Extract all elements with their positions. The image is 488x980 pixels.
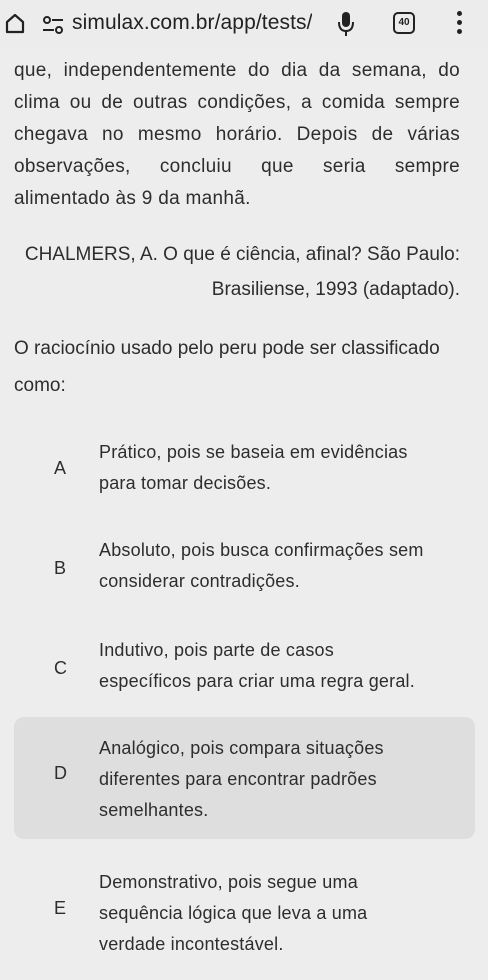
- option-letter: A: [54, 458, 67, 478]
- option-text: Indutivo, pois parte de casos específico…: [99, 635, 459, 697]
- citation-line-2: Brasiliense, 1993 (adaptado).: [211, 279, 460, 300]
- option-text-line: diferentes para encontrar padrões: [99, 769, 377, 789]
- option-text-line: para tomar decisões.: [99, 473, 272, 493]
- passage-line: chegava no mesmo horário. Depois de vári…: [14, 124, 460, 145]
- option-letter: B: [54, 558, 67, 578]
- passage-line: clima ou de outras condições, a comida s…: [14, 92, 460, 113]
- option-text-line: sequência lógica que leva a uma: [99, 903, 368, 923]
- option-letter: D: [54, 763, 67, 783]
- passage-line: observações, concluiu que seria sempre: [14, 156, 460, 177]
- passage-line: alimentado às 9 da manhã.: [14, 188, 251, 209]
- more-menu-icon[interactable]: [452, 11, 466, 37]
- address-bar[interactable]: simulax.com.br/app/tests/: [72, 11, 312, 35]
- option-text-line: Absoluto, pois busca confirmações sem: [99, 540, 424, 560]
- answer-option-e[interactable]: E Demonstrativo, pois segue uma sequênci…: [14, 863, 475, 963]
- option-text-line: Demonstrativo, pois segue uma: [99, 872, 358, 892]
- microphone-icon[interactable]: [336, 10, 356, 38]
- answer-option-c[interactable]: C Indutivo, pois parte de casos específi…: [14, 633, 475, 705]
- tab-switcher-button[interactable]: 40: [393, 12, 415, 34]
- option-letter: C: [54, 658, 67, 678]
- option-text-line: Indutivo, pois parte de casos: [99, 640, 334, 660]
- question-prompt: O raciocínio usado pelo peru pode ser cl…: [14, 330, 464, 404]
- question-line: como:: [14, 375, 66, 396]
- option-text-line: verdade incontestável.: [99, 934, 284, 954]
- option-text-line: Analógico, pois compara situações: [99, 738, 384, 758]
- passage-line: que, independentemente do dia da semana,…: [14, 60, 460, 81]
- browser-toolbar: simulax.com.br/app/tests/ 40: [0, 0, 488, 48]
- answer-option-a[interactable]: A Prático, pois se baseia em evidências …: [14, 433, 475, 505]
- option-letter: E: [54, 898, 67, 918]
- citation-line-1: CHALMERS, A. O que é ciência, afinal? Sã…: [24, 244, 460, 265]
- option-text-line: considerar contradições.: [99, 571, 300, 591]
- question-line: O raciocínio usado pelo peru pode ser cl…: [14, 338, 440, 359]
- answer-option-d[interactable]: D Analógico, pois compara situações dife…: [14, 717, 475, 839]
- option-text: Analógico, pois compara situações difere…: [99, 733, 459, 826]
- option-text: Absoluto, pois busca confirmações sem co…: [99, 535, 459, 597]
- option-text: Prático, pois se baseia em evidências pa…: [99, 437, 459, 499]
- site-settings-icon[interactable]: [42, 15, 64, 35]
- option-text-line: específicos para criar uma regra geral.: [99, 671, 415, 691]
- passage-text: que, independentemente do dia da semana,…: [14, 55, 460, 215]
- option-text-line: Prático, pois se baseia em evidências: [99, 442, 408, 462]
- home-icon[interactable]: [4, 12, 26, 34]
- answer-option-b[interactable]: B Absoluto, pois busca confirmações sem …: [14, 534, 475, 606]
- option-text: Demonstrativo, pois segue uma sequência …: [99, 867, 459, 960]
- option-text-line: semelhantes.: [99, 800, 209, 820]
